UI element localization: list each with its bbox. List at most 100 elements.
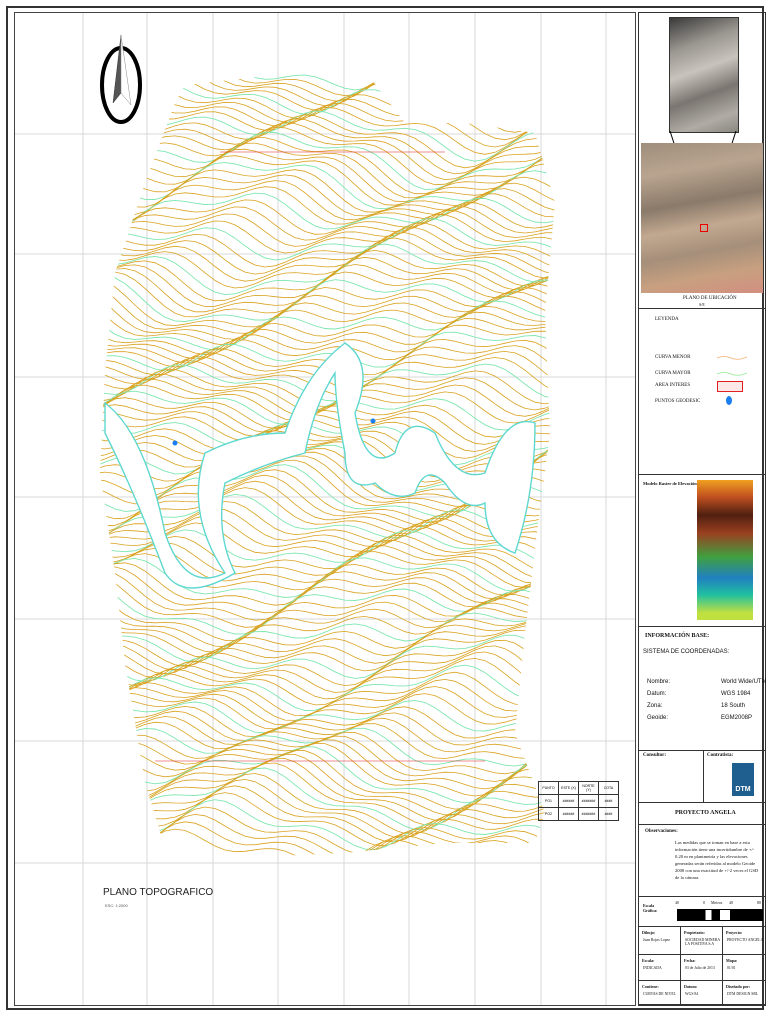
minor-contour <box>100 214 555 254</box>
minor-contour <box>100 174 555 217</box>
geodesic-point-marker <box>370 418 376 424</box>
minor-contour <box>100 813 555 858</box>
info-key: Nombre: <box>647 679 671 685</box>
title-block-value: INDICADA <box>643 966 662 970</box>
observations-section: Observaciones: Las medidas que se toman … <box>639 825 765 897</box>
elevation-raster-image[interactable] <box>697 480 753 620</box>
location-zoom-image[interactable] <box>669 17 739 133</box>
raster-section: Modelo Raster de Elevación <box>639 475 765 627</box>
minor-contour <box>100 735 555 782</box>
minor-contour <box>100 721 555 759</box>
minor-contour <box>100 71 555 105</box>
title-block-value: CURVAS DE NIVEL <box>643 992 676 996</box>
title-block-key: Mapa: <box>726 958 738 963</box>
consultant-label: Consultor: <box>643 753 667 758</box>
map-scale: ESC: 1:2000 <box>105 903 128 908</box>
coord-system-title: SISTEMA DE COORDENADAS: <box>643 649 730 655</box>
minor-contour <box>100 114 555 169</box>
minor-contour <box>100 749 555 810</box>
title-block-panel: PLANO DE UBICACIÓN S/E LEYENDA CURVA MEN… <box>638 12 767 1006</box>
topographic-map[interactable]: PLANO TOPOGRAFICO ESC: 1:2000 PUNTO ESTE … <box>14 12 636 1006</box>
minor-contour <box>100 617 555 667</box>
minor-contour <box>100 686 555 726</box>
major-contour <box>100 131 555 190</box>
minor-contour <box>100 785 555 843</box>
contour-lines <box>100 71 555 858</box>
scale-section: Escala Gráfica: Metros 40 0 40 80 <box>639 897 765 927</box>
minor-contour <box>100 71 555 99</box>
legend-minor-contour-label: CURVA MENOR <box>655 355 691 360</box>
minor-contour-swatch <box>717 356 747 360</box>
scale-tick: 40 <box>675 900 679 905</box>
legend-title: LEYENDA <box>655 317 679 322</box>
title-block-key: Contiene: <box>642 984 659 989</box>
minor-contour <box>100 806 555 855</box>
observations-text: Las medidas que se toman en base a esta … <box>675 840 759 880</box>
major-contour <box>100 77 555 126</box>
minor-contour <box>100 716 555 753</box>
minor-contour <box>100 602 555 653</box>
info-value: World Wide/UTM <box>721 679 767 685</box>
title-block-key: Fecha: <box>684 958 696 963</box>
project-section: PROYECTO ANGELA <box>639 803 765 825</box>
area-swatch <box>717 381 743 392</box>
minor-contour <box>100 122 555 181</box>
legend-major-contour-label: CURVA MAYOR <box>655 371 691 376</box>
observations-title: Observaciones: <box>645 829 678 834</box>
title-block-key: Diseñado por: <box>726 984 751 989</box>
legend-section: LEYENDA CURVA MENOR CURVA MAYOR AREA INT… <box>639 311 765 475</box>
client-label: Contratista: <box>707 753 734 758</box>
info-value: WGS 1984 <box>721 691 751 697</box>
info-key: Geoide: <box>647 715 669 721</box>
title-block-value: WGS 84 <box>685 992 699 996</box>
title-block-row: Escala: INDICADA Fecha: 03 de Julio de 2013… <box>639 955 765 981</box>
minor-contour <box>100 295 555 346</box>
title-block-key: Propietario: <box>684 930 705 935</box>
scale-tick: 40 <box>729 900 733 905</box>
minor-contour <box>100 71 555 119</box>
raster-title: Modelo Raster de Elevación <box>643 481 697 486</box>
location-subtitle: S/E <box>699 302 705 307</box>
scale-label: Escala Gráfica: <box>643 903 658 913</box>
area-marker <box>700 224 708 232</box>
major-contour <box>100 746 555 804</box>
title-block-value: PROYECTO ANGELA <box>727 938 764 942</box>
minor-contour <box>100 570 555 621</box>
title-block-value: 03 de Julio de 2013 <box>685 966 715 970</box>
north-arrow-icon <box>120 34 132 106</box>
title-block-key: Escala: <box>642 958 655 963</box>
title-block-value: Juan Rojas Lopez <box>643 938 670 942</box>
title-block-value: 01/01 <box>727 966 736 970</box>
major-contour-swatch <box>717 372 747 376</box>
north-arrow-icon <box>112 34 122 104</box>
logo-text: DTM <box>735 786 751 793</box>
minor-contour <box>100 404 555 445</box>
title-block-row: Dibujo: Juan Rojas Lopez Propietario: SOCIE… <box>639 927 765 955</box>
info-key: Zona: <box>647 703 663 709</box>
info-key: Datum: <box>647 691 667 697</box>
project-title: PROYECTO ANGELA <box>675 810 736 816</box>
title-block-key: Dibujo: <box>642 930 656 935</box>
minor-contour <box>100 828 555 858</box>
scale-tick: 0 <box>703 900 705 905</box>
minor-contour <box>100 792 555 847</box>
base-info-section: INFORMACIÓN BASE: SISTEMA DE COORDENADAS… <box>639 627 767 751</box>
location-overview-image[interactable] <box>641 143 763 293</box>
geodesic-point-icon <box>726 396 732 405</box>
scale-bar <box>677 909 763 921</box>
geodesic-point-marker <box>172 440 178 446</box>
location-title: PLANO DE UBICACIÓN <box>683 296 737 301</box>
legend-geodesic-label: PUNTOS GEODESIC <box>655 399 701 404</box>
dtm-logo: DTM <box>732 763 754 796</box>
major-contour <box>100 634 555 682</box>
contour-map-canvas[interactable] <box>15 13 636 1006</box>
legend-area-label: AREA INTERES <box>655 383 691 388</box>
minor-contour <box>100 657 555 706</box>
major-contour <box>100 192 555 235</box>
scale-tick: 80 <box>757 900 761 905</box>
major-contour <box>100 727 555 767</box>
scale-unit: Metros <box>711 900 723 905</box>
location-section: PLANO DE UBICACIÓN S/E <box>639 13 765 309</box>
major-contour <box>100 71 555 91</box>
base-info-title: INFORMACIÓN BASE: <box>645 633 710 639</box>
